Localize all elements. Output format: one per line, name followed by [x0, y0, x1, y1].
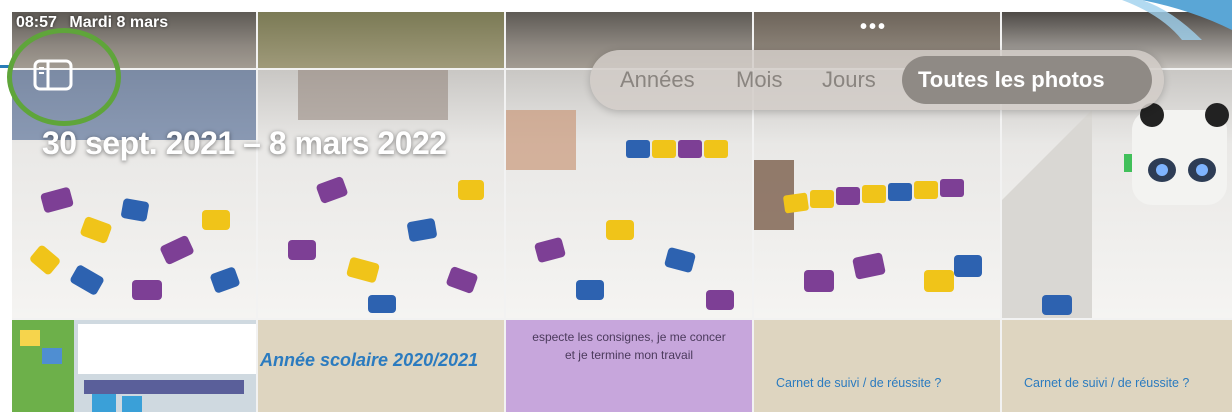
photo-thumbnail[interactable]	[258, 70, 504, 318]
consignes-line-2: et je termine mon travail	[564, 348, 694, 362]
segment-all-photos[interactable]: Toutes les photos	[902, 56, 1152, 104]
segment-years[interactable]: Années	[620, 67, 695, 93]
document-thumbnail[interactable]: Année scolaire 2020/2021	[258, 320, 504, 412]
photo-thumbnail[interactable]	[258, 12, 504, 68]
segment-months[interactable]: Mois	[736, 67, 782, 93]
date-range-title: 30 sept. 2021 – 8 mars 2022	[42, 125, 447, 161]
status-bar: 08:57 Mardi 8 mars	[16, 14, 176, 32]
consignes-line-1: especte les consignes, je me concer	[532, 330, 726, 344]
segment-days[interactable]: Jours	[822, 67, 876, 93]
photo-thumbnail[interactable]	[12, 320, 256, 412]
annotation-circle	[7, 28, 121, 126]
view-segmented-control: Années Mois Jours Toutes les photos	[590, 50, 1164, 110]
carnet-text: Carnet de suivi / de réussite ?	[1024, 376, 1190, 390]
document-thumbnail[interactable]: Carnet de suivi / de réussite ?	[1002, 320, 1232, 412]
consignes-text: especte les consignes, je me concer et j…	[506, 328, 752, 364]
carnet-text: Carnet de suivi / de réussite ?	[776, 376, 942, 390]
document-thumbnail[interactable]: Carnet de suivi / de réussite ?	[754, 320, 1000, 412]
slide-decoration	[1122, 0, 1232, 40]
photos-screen: Année scolaire 2020/2021 especte les con…	[12, 12, 1232, 412]
ellipsis-icon[interactable]: •••	[860, 16, 887, 39]
status-date: Mardi 8 mars	[69, 14, 169, 31]
document-thumbnail[interactable]: especte les consignes, je me concer et j…	[506, 320, 752, 412]
segment-all-photos-label: Toutes les photos	[918, 67, 1105, 92]
doc-title-text: Année scolaire 2020/2021	[260, 350, 479, 370]
